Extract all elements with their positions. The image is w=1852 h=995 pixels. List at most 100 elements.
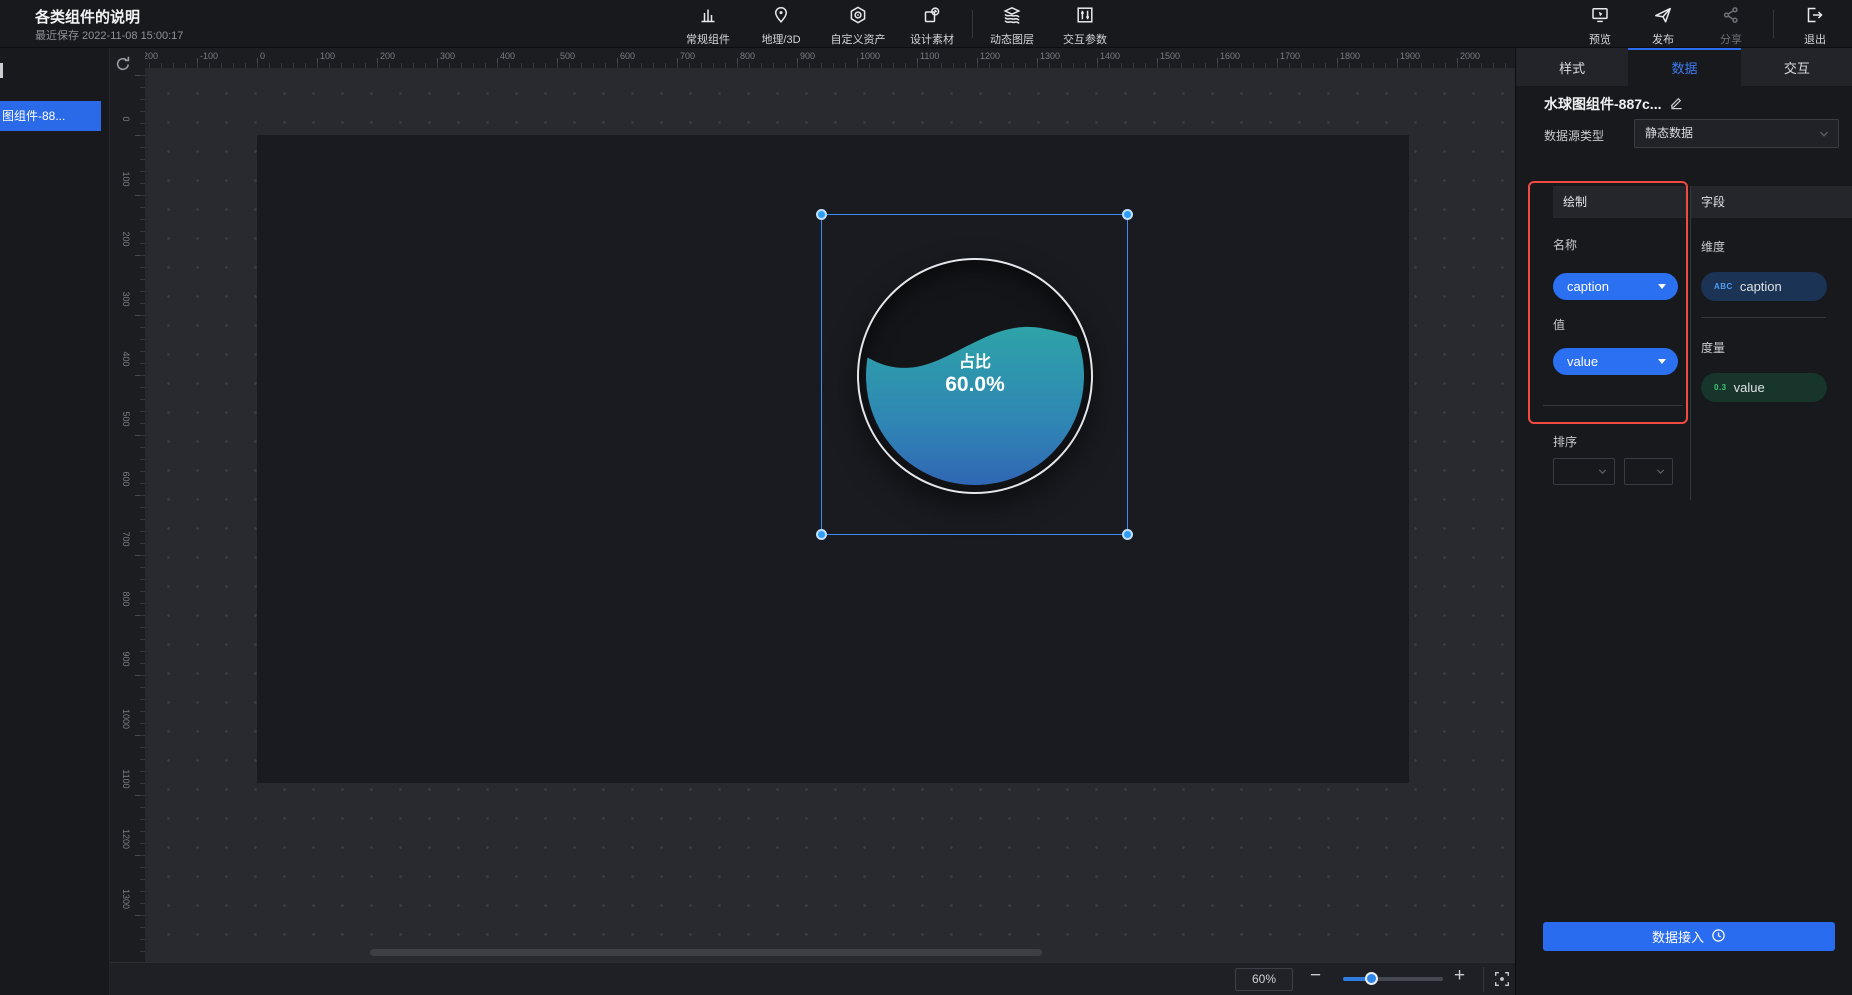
ruler-h-label: 400: [500, 51, 515, 61]
horizontal-scrollbar[interactable]: [370, 949, 1042, 956]
ruler-h-label: 600: [620, 51, 635, 61]
name-mapping-select[interactable]: caption: [1553, 273, 1678, 300]
ruler-v-label: 600: [121, 469, 131, 489]
ruler-v-label: 100: [121, 169, 131, 189]
toolbar-item-label: 交互参数: [1063, 31, 1107, 47]
ruler-h-label: 1800: [1340, 51, 1360, 61]
resize-handle-top-left[interactable]: [816, 209, 827, 220]
fit-to-screen-button[interactable]: [1493, 970, 1511, 988]
top-bar: 各类组件的说明 最近保存 2022-11-08 15:00:17 常规组件 地理…: [0, 0, 1852, 48]
ruler-h-label: 2000: [1460, 51, 1480, 61]
chevron-down-icon: [1597, 466, 1608, 477]
ruler-v-label: 1100: [121, 769, 131, 789]
chevron-down-icon: [1818, 128, 1830, 140]
truncated-layer-text: [0, 63, 3, 78]
reset-view-button[interactable]: [113, 54, 133, 74]
mapping-tab-draw[interactable]: 绘制: [1553, 186, 1686, 218]
inspector-tabs: 样式 数据 交互: [1516, 48, 1852, 86]
datasource-type-select[interactable]: 静态数据: [1634, 119, 1839, 148]
ruler-v-label: 400: [121, 349, 131, 369]
ruler-h-label: 1500: [1160, 51, 1180, 61]
design-assets-icon: [922, 0, 942, 30]
action-exit[interactable]: 退出: [1772, 0, 1852, 48]
value-mapping-value: value: [1567, 354, 1598, 369]
sort-label: 排序: [1553, 433, 1577, 450]
layers-icon: [1002, 0, 1022, 30]
ruler-h-label: 200: [380, 51, 395, 61]
section-divider: [1701, 317, 1826, 318]
ruler-v-label: 200: [121, 229, 131, 249]
number-type-badge: 0.3: [1714, 383, 1727, 392]
gauge-value: 60.0%: [857, 373, 1093, 396]
caret-down-icon: [1658, 284, 1666, 289]
horizontal-ruler: -200-10001002003004005006007008009001000…: [110, 48, 1515, 68]
measure-label: 度量: [1701, 339, 1725, 356]
share-icon: [1721, 0, 1741, 30]
edit-name-button[interactable]: [1669, 95, 1684, 113]
sort-order-select[interactable]: [1624, 458, 1673, 485]
layer-item-selected[interactable]: 图组件-88...: [0, 101, 101, 131]
ruler-h-label: 800: [740, 51, 755, 61]
toolbar-item-label: 常规组件: [686, 31, 730, 47]
toolbar-item-design-assets[interactable]: 设计素材: [889, 0, 975, 48]
action-label: 分享: [1720, 31, 1742, 47]
action-label: 退出: [1804, 31, 1826, 47]
action-label: 预览: [1589, 31, 1611, 47]
section-divider: [1543, 405, 1683, 406]
ruler-v-label: 1200: [121, 829, 131, 849]
toolbar-item-geo-3d[interactable]: 地理/3D: [738, 0, 824, 48]
toolbar-item-interaction-params[interactable]: 交互参数: [1042, 0, 1128, 48]
tab-interaction[interactable]: 交互: [1741, 48, 1852, 86]
exit-icon: [1805, 0, 1825, 30]
ruler-h-label: 700: [680, 51, 695, 61]
tab-style[interactable]: 样式: [1516, 48, 1628, 86]
dimension-field-pill[interactable]: ABC caption: [1701, 272, 1827, 301]
chevron-down-icon: [1655, 466, 1666, 477]
datasource-type-value: 静态数据: [1645, 126, 1693, 140]
vertical-ruler: 0100200300400500600700800900100011001200…: [110, 68, 145, 962]
ruler-h-label: 1900: [1400, 51, 1420, 61]
ruler-h-label: 0: [260, 51, 265, 61]
ruler-h-label: 1100: [920, 51, 939, 61]
name-mapping-label: 名称: [1553, 236, 1577, 253]
data-access-button[interactable]: 数据接入: [1543, 922, 1835, 951]
mapping-tab-field[interactable]: 字段: [1691, 186, 1852, 218]
toolbar-item-label: 自定义资产: [831, 31, 886, 47]
layer-panel: 图组件-88...: [0, 48, 110, 995]
map-pin-icon: [771, 0, 791, 30]
resize-handle-bottom-right[interactable]: [1122, 529, 1133, 540]
tab-data[interactable]: 数据: [1628, 48, 1740, 86]
zoom-in-button[interactable]: +: [1454, 965, 1465, 987]
resize-handle-bottom-left[interactable]: [816, 529, 827, 540]
ruler-v-label: 700: [121, 529, 131, 549]
zoom-out-button[interactable]: −: [1310, 965, 1321, 987]
ruler-v-label: 900: [121, 649, 131, 669]
liquid-fill-gauge[interactable]: 占比 60.0%: [857, 258, 1093, 494]
refresh-icon: [113, 61, 133, 78]
toolbar-item-label: 动态图层: [990, 31, 1034, 47]
resize-handle-top-right[interactable]: [1122, 209, 1133, 220]
value-mapping-select[interactable]: value: [1553, 348, 1678, 375]
ruler-h-label: 1700: [1280, 51, 1300, 61]
zoom-slider[interactable]: [1343, 977, 1443, 981]
ruler-h-label: 900: [800, 51, 815, 61]
caret-down-icon: [1658, 359, 1666, 364]
gauge-caption: 占比: [857, 354, 1093, 372]
ruler-v-label: 300: [121, 289, 131, 309]
ruler-v-label: 1300: [121, 889, 131, 909]
ruler-h-label: 1000: [860, 51, 880, 61]
zoom-slider-handle[interactable]: [1365, 972, 1378, 985]
widget-selection-box[interactable]: 占比 60.0%: [821, 214, 1128, 535]
ruler-h-label: 100: [320, 51, 335, 61]
action-share[interactable]: 分享: [1688, 0, 1774, 48]
component-title-row: 水球图组件-887c...: [1544, 94, 1684, 114]
bottom-bar: 60% − +: [110, 962, 1515, 995]
measure-field-pill[interactable]: 0.3 value: [1701, 373, 1827, 402]
page-title: 各类组件的说明: [35, 6, 140, 27]
sort-field-select[interactable]: [1553, 458, 1615, 485]
clock-icon: [1711, 928, 1726, 946]
workspace[interactable]: 占比 60.0%: [145, 68, 1515, 962]
datav-editor: 各类组件的说明 最近保存 2022-11-08 15:00:17 常规组件 地理…: [0, 0, 1852, 995]
ruler-v-label: 800: [121, 589, 131, 609]
zoom-level-input[interactable]: 60%: [1235, 968, 1293, 991]
